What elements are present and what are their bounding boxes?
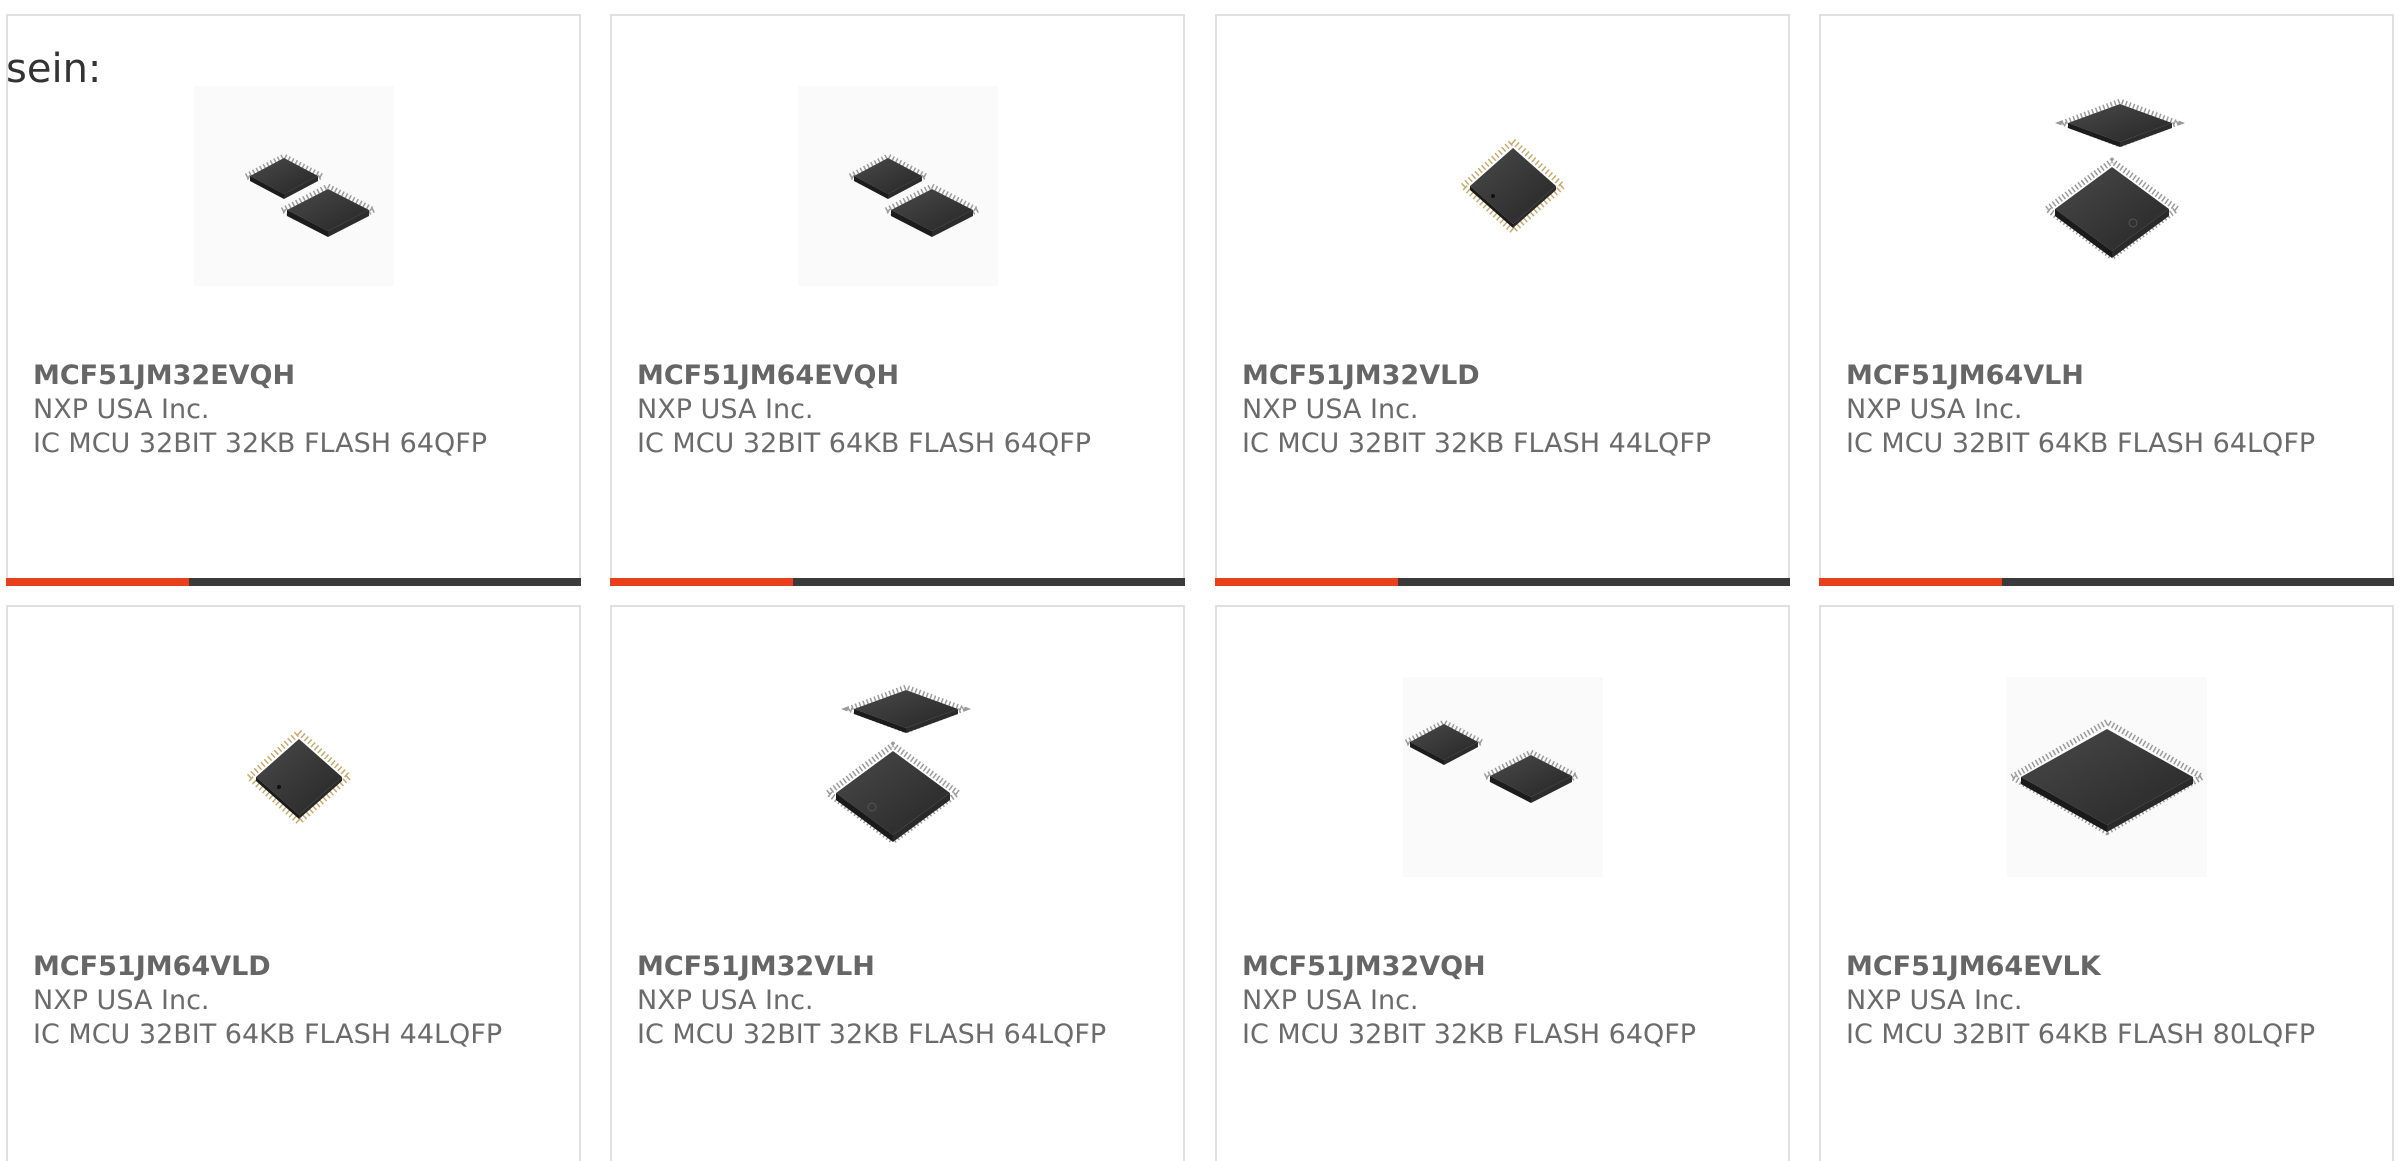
intro-text: sein:: [6, 46, 102, 92]
manufacturer: NXP USA Inc.: [1242, 394, 1419, 425]
single-lqfp-chip-icon: [1403, 86, 1603, 286]
card-bottom-bar: [1215, 578, 1790, 586]
description: IC MCU 32BIT 32KB FLASH 44LQFP: [1242, 428, 1712, 459]
product-card[interactable]: MCF51JM32VQH NXP USA Inc. IC MCU 32BIT 3…: [1215, 605, 1790, 1161]
manufacturer: NXP USA Inc.: [33, 394, 210, 425]
part-number[interactable]: MCF51JM64VLH: [1846, 359, 2372, 393]
part-number[interactable]: MCF51JM32EVQH: [33, 359, 559, 393]
single-lqfp-chip-icon: [194, 677, 394, 877]
large-lqfp-chip-icon: [2006, 677, 2207, 877]
card-accent: [1819, 578, 2002, 586]
card-accent: [610, 578, 793, 586]
product-card[interactable]: MCF51JM64VLD NXP USA Inc. IC MCU 32BIT 6…: [6, 605, 581, 1161]
manufacturer: NXP USA Inc.: [637, 394, 814, 425]
description: IC MCU 32BIT 64KB FLASH 64LQFP: [1846, 428, 2316, 459]
card-bottom-bar: [1819, 578, 2394, 586]
part-number[interactable]: MCF51JM32VLD: [1242, 359, 1768, 393]
card-accent: [1215, 578, 1398, 586]
card-accent: [6, 578, 189, 586]
manufacturer: NXP USA Inc.: [33, 985, 210, 1016]
product-card[interactable]: MCF51JM64EVLK NXP USA Inc. IC MCU 32BIT …: [1819, 605, 2394, 1161]
description: IC MCU 32BIT 32KB FLASH 64QFP: [33, 428, 488, 459]
manufacturer: NXP USA Inc.: [1242, 985, 1419, 1016]
part-number[interactable]: MCF51JM64EVLK: [1846, 950, 2372, 984]
card-bottom-bar: [610, 578, 1185, 586]
product-card[interactable]: MCF51JM64VLH NXP USA Inc. IC MCU 32BIT 6…: [1819, 14, 2394, 586]
description: IC MCU 32BIT 64KB FLASH 64QFP: [637, 428, 1092, 459]
description: IC MCU 32BIT 32KB FLASH 64LQFP: [637, 1019, 1107, 1050]
manufacturer: NXP USA Inc.: [1846, 394, 2023, 425]
product-card[interactable]: MCF51JM32EVQH NXP USA Inc. IC MCU 32BIT …: [6, 14, 581, 586]
two-qfp-chips-icon: [797, 86, 998, 286]
stacked-lqfp-chips-icon: [2007, 86, 2207, 286]
part-number[interactable]: MCF51JM64VLD: [33, 950, 559, 984]
product-card[interactable]: MCF51JM64EVQH NXP USA Inc. IC MCU 32BIT …: [610, 14, 1185, 586]
two-qfp-chips-icon: [193, 86, 394, 286]
part-number[interactable]: MCF51JM64EVQH: [637, 359, 1163, 393]
manufacturer: NXP USA Inc.: [1846, 985, 2023, 1016]
manufacturer: NXP USA Inc.: [637, 985, 814, 1016]
product-card[interactable]: MCF51JM32VLD NXP USA Inc. IC MCU 32BIT 3…: [1215, 14, 1790, 586]
part-number[interactable]: MCF51JM32VQH: [1242, 950, 1768, 984]
card-bottom-bar: [6, 578, 581, 586]
description: IC MCU 32BIT 64KB FLASH 80LQFP: [1846, 1019, 2316, 1050]
description: IC MCU 32BIT 64KB FLASH 44LQFP: [33, 1019, 503, 1050]
two-qfp-chips-icon: [1402, 677, 1603, 877]
stacked-lqfp-chips-icon: [798, 677, 998, 877]
product-card[interactable]: MCF51JM32VLH NXP USA Inc. IC MCU 32BIT 3…: [610, 605, 1185, 1161]
description: IC MCU 32BIT 32KB FLASH 64QFP: [1242, 1019, 1697, 1050]
part-number[interactable]: MCF51JM32VLH: [637, 950, 1163, 984]
